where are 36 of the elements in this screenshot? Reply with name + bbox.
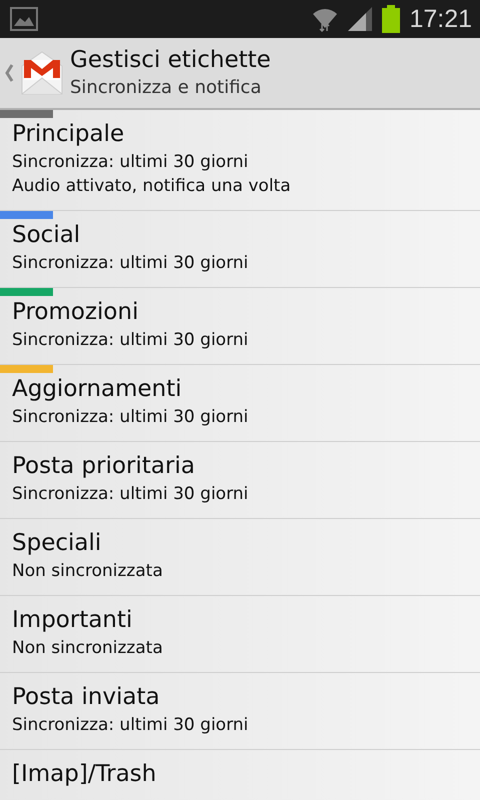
label-item[interactable]: Importanti Non sincronizzata (0, 596, 480, 673)
label-name: Principale (12, 120, 126, 149)
label-setting: Non sincronizzata (12, 637, 164, 660)
label-setting: Audio attivato, notifica una volta (12, 175, 292, 198)
label-name: Posta inviata (12, 683, 161, 712)
label-item[interactable]: [Imap]/Trash (0, 750, 480, 800)
back-icon[interactable] (4, 63, 14, 83)
screen-title: Gestisci etichette (70, 46, 271, 75)
label-item[interactable]: Social Sincronizza: ultimi 30 giorni (0, 211, 480, 288)
label-item[interactable]: Posta inviata Sincronizza: ultimi 30 giorni (0, 673, 480, 750)
label-setting: Sincronizza: ultimi 30 giorni (12, 329, 250, 352)
mail-logo-icon[interactable] (20, 50, 64, 96)
label-name: Social (12, 221, 82, 250)
label-name: Speciali (12, 529, 102, 558)
label-name: Aggiornamenti (12, 375, 183, 404)
screen-subtitle: Sincronizza e notifica (70, 76, 262, 100)
battery-icon (381, 5, 402, 33)
label-name: [Imap]/Trash (12, 760, 158, 789)
label-item[interactable]: Posta prioritaria Sincronizza: ultimi 30 giorni (0, 442, 480, 519)
label-item[interactable]: Aggiornamenti Sincronizza: ultimi 30 giorni (0, 365, 480, 442)
label-item[interactable]: Principale Sincronizza: ultimi 30 giorni Audio attivato, notifica una volta (0, 110, 480, 211)
label-setting: Sincronizza: ultimi 30 giorni (12, 151, 250, 174)
label-setting: Sincronizza: ultimi 30 giorni (12, 406, 250, 429)
label-setting: Non sincronizzata (12, 560, 164, 583)
label-name: Posta prioritaria (12, 452, 196, 481)
picture-icon (10, 7, 38, 31)
label-setting: Sincronizza: ultimi 30 giorni (12, 483, 250, 506)
signal-icon (347, 6, 374, 32)
label-item[interactable]: Promozioni Sincronizza: ultimi 30 giorni (0, 288, 480, 365)
status-time: 17:21 (409, 4, 472, 34)
label-item[interactable]: Speciali Non sincronizzata (0, 519, 480, 596)
label-name: Importanti (12, 606, 134, 635)
label-name: Promozioni (12, 298, 140, 327)
label-setting: Sincronizza: ultimi 30 giorni (12, 252, 250, 275)
wifi-icon (311, 6, 340, 32)
label-setting: Sincronizza: ultimi 30 giorni (12, 714, 250, 737)
